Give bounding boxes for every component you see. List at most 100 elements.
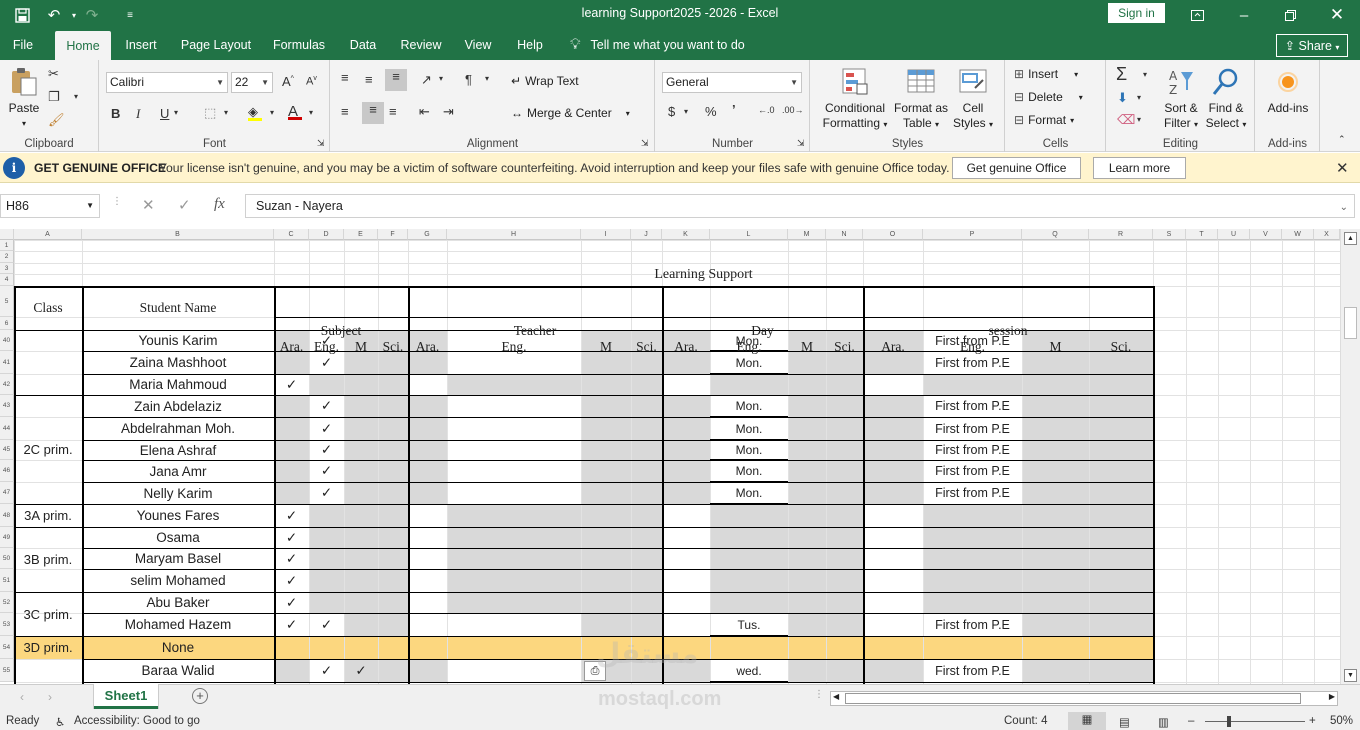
- row-header-50[interactable]: 50: [0, 548, 14, 569]
- autosum-icon[interactable]: Σ: [1116, 64, 1127, 85]
- column-header-l[interactable]: L: [710, 229, 788, 240]
- vertical-scrollbar[interactable]: ▲ ▼: [1340, 229, 1360, 684]
- row-header-46[interactable]: 46: [0, 460, 14, 482]
- column-header-d[interactable]: D: [309, 229, 344, 240]
- format-cells-button[interactable]: ⊟ Format ▾: [1014, 113, 1074, 127]
- row-header-49[interactable]: 49: [0, 527, 14, 548]
- align-left-icon[interactable]: ≡: [341, 104, 349, 119]
- customize-toolbar-icon[interactable]: ≡: [118, 4, 142, 26]
- student-name-cell[interactable]: Younes Fares: [82, 504, 274, 527]
- session-cell[interactable]: First from P.E: [923, 440, 1022, 460]
- format-painter-icon[interactable]: 🖌︎: [48, 112, 65, 128]
- increase-indent-icon[interactable]: ⇥: [443, 104, 454, 120]
- expand-formula-icon[interactable]: ⌄: [1340, 197, 1348, 219]
- font-color-icon[interactable]: A: [288, 103, 302, 120]
- class-label-cell[interactable]: 3D prim.: [14, 636, 82, 659]
- class-label-cell[interactable]: 3C prim.: [14, 592, 82, 636]
- row-header-41[interactable]: 41: [0, 351, 14, 374]
- column-header-q[interactable]: Q: [1022, 229, 1089, 240]
- session-cell[interactable]: First from P.E: [923, 330, 1022, 351]
- horizontal-scrollbar[interactable]: ◀ ▶: [830, 691, 1338, 706]
- number-format-combo[interactable]: General ▼: [662, 72, 802, 93]
- merge-center-button[interactable]: ↔ Merge & Center ▾: [511, 106, 630, 120]
- dialog-launcher-icon[interactable]: ⇲: [797, 138, 805, 149]
- tab-file[interactable]: File: [4, 30, 42, 60]
- name-box[interactable]: H86 ▼: [0, 194, 100, 218]
- class-label-cell[interactable]: 3B prim.: [14, 527, 82, 592]
- restore-icon[interactable]: [1267, 0, 1313, 30]
- tab-data[interactable]: Data: [343, 30, 383, 60]
- scroll-up-icon[interactable]: ▲: [1344, 232, 1357, 245]
- vertical-scroll-thumb[interactable]: [1344, 307, 1357, 339]
- learn-more-button[interactable]: Learn more: [1093, 157, 1186, 179]
- orientation-dropdown-icon[interactable]: ▾: [439, 74, 443, 83]
- worksheet-grid[interactable]: A B C D E F G H I J K L M N O P Q R S T U V W X 1 2 3 4 5 6 40 41 42 43 44…: [0, 229, 1340, 684]
- row-header-43[interactable]: 43: [0, 395, 14, 417]
- column-header-r[interactable]: R: [1089, 229, 1153, 240]
- column-header-a[interactable]: A: [14, 229, 82, 240]
- student-name-cell[interactable]: Zain Abdelaziz: [82, 395, 274, 417]
- zoom-level[interactable]: 50%: [1330, 715, 1353, 727]
- column-header-j[interactable]: J: [631, 229, 662, 240]
- column-header-p[interactable]: P: [923, 229, 1022, 240]
- row-header-54[interactable]: 54: [0, 636, 14, 659]
- row-header-40[interactable]: 40: [0, 330, 14, 351]
- student-name-cell[interactable]: Zaina Mashhoot: [82, 351, 274, 374]
- student-name-cell[interactable]: Abu Baker: [82, 592, 274, 613]
- fill-icon[interactable]: ⬇: [1117, 90, 1128, 106]
- student-name-cell[interactable]: selim Mohamed: [82, 569, 274, 592]
- find-select-button[interactable]: Find & Select ▾: [1203, 66, 1249, 132]
- tab-page-layout[interactable]: Page Layout: [176, 30, 256, 60]
- column-header-i[interactable]: I: [581, 229, 631, 240]
- student-name-cell[interactable]: Maryam Basel: [82, 548, 274, 569]
- day-cell[interactable]: Tus.: [710, 613, 788, 636]
- zoom-in-icon[interactable]: +: [1309, 715, 1316, 727]
- row-header-5[interactable]: 5: [0, 286, 14, 317]
- font-color-dropdown-icon[interactable]: ▾: [309, 108, 313, 117]
- day-cell[interactable]: Mon.: [710, 417, 788, 440]
- column-header-h[interactable]: H: [447, 229, 581, 240]
- row-header-2[interactable]: 2: [0, 251, 14, 263]
- orientation-icon[interactable]: ↗: [421, 72, 432, 88]
- tab-help[interactable]: Help: [510, 30, 550, 60]
- font-size-combo[interactable]: 22 ▼: [231, 72, 273, 93]
- sheet-tab-sheet1[interactable]: Sheet1: [94, 684, 158, 709]
- decrease-decimal-icon[interactable]: .00→: [782, 105, 804, 115]
- tab-review[interactable]: Review: [394, 30, 448, 60]
- day-cell[interactable]: Mon.: [710, 330, 788, 351]
- column-header-m[interactable]: M: [788, 229, 826, 240]
- sign-in-button[interactable]: Sign in: [1108, 3, 1165, 23]
- row-header-3[interactable]: 3: [0, 263, 14, 274]
- borders-dropdown-icon[interactable]: ▾: [224, 108, 228, 117]
- student-name-cell[interactable]: Mohamed Hazem: [82, 613, 274, 636]
- align-center-icon[interactable]: ≡: [362, 102, 384, 124]
- column-header-c[interactable]: C: [274, 229, 309, 240]
- session-cell[interactable]: First from P.E: [923, 395, 1022, 417]
- prev-sheet-icon[interactable]: ‹: [20, 690, 24, 704]
- column-header-s[interactable]: S: [1153, 229, 1186, 240]
- decrease-font-icon[interactable]: Av: [306, 75, 317, 88]
- conditional-formatting-button[interactable]: Conditional Formatting ▾: [821, 66, 889, 132]
- tab-formulas[interactable]: Formulas: [266, 30, 332, 60]
- day-cell[interactable]: wed.: [710, 659, 788, 682]
- save-icon[interactable]: [10, 4, 34, 26]
- cancel-icon[interactable]: ✕: [142, 196, 155, 214]
- class-label-cell[interactable]: 2C prim.: [14, 395, 82, 504]
- fill-dropdown-icon[interactable]: ▾: [270, 108, 274, 117]
- row-header-55[interactable]: 55: [0, 659, 14, 682]
- increase-decimal-icon[interactable]: ←.0: [758, 105, 775, 115]
- tab-view[interactable]: View: [458, 30, 498, 60]
- row-header-52[interactable]: 52: [0, 592, 14, 613]
- autosum-dropdown-icon[interactable]: ▾: [1143, 70, 1147, 79]
- session-cell[interactable]: First from P.E: [923, 613, 1022, 636]
- row-header-1[interactable]: 1: [0, 240, 14, 251]
- tell-me-search[interactable]: 💡︎ Tell me what you want to do: [570, 30, 745, 60]
- column-header-w[interactable]: W: [1282, 229, 1314, 240]
- insert-function-button[interactable]: fx: [214, 196, 225, 213]
- dialog-launcher-icon[interactable]: ⇲: [317, 138, 325, 149]
- row-header-4[interactable]: 4: [0, 274, 14, 286]
- underline-dropdown-icon[interactable]: ▾: [174, 108, 178, 117]
- column-header-u[interactable]: U: [1218, 229, 1250, 240]
- session-cell[interactable]: First from P.E: [923, 659, 1022, 682]
- session-cell[interactable]: First from P.E: [923, 482, 1022, 504]
